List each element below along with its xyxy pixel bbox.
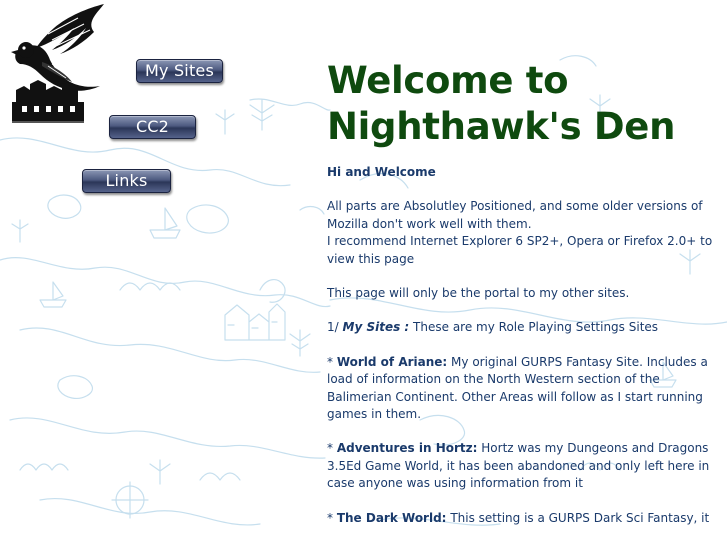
browser-recommendation: I recommend Internet Explorer 6 SP2+, Op…: [327, 234, 713, 266]
nav-links-button[interactable]: Links: [82, 169, 171, 193]
site-entry-world-of-ariane: * World of Ariane: My original GURPS Fan…: [327, 354, 725, 424]
page-title-line-1: Welcome to: [327, 59, 569, 102]
site-name-adventures-in-hortz: Adventures in Hortz:: [336, 441, 478, 456]
browser-notice: All parts are Absolutley Positioned, and…: [327, 198, 725, 268]
section-my-sites: 1/ My Sites : These are my Role Playing …: [327, 319, 725, 336]
page-title: Welcome to Nighthawk's Den: [327, 58, 725, 150]
site-entry-adventures-in-hortz: * Adventures in Hortz: Hortz was my Dung…: [327, 440, 725, 492]
positioning-note: All parts are Absolutley Positioned, and…: [327, 199, 703, 231]
site-bullet: *: [327, 441, 333, 456]
section-description: These are my Role Playing Settings Sites: [413, 320, 659, 335]
section-name: My Sites :: [342, 320, 410, 335]
nighthawk-bird-logo: [11, 4, 104, 123]
portal-note: This page will only be the portal to my …: [327, 286, 630, 301]
main-content: Welcome to Nighthawk's Den Hi and Welcom…: [327, 58, 725, 544]
site-description: This setting is a GURPS Dark Sci Fantasy…: [450, 510, 710, 525]
site-name-world-of-ariane: World of Ariane:: [336, 354, 448, 369]
page-title-line-2: Nighthawk's Den: [327, 105, 676, 148]
section-number: 1/: [327, 320, 339, 335]
greeting-text: Hi and Welcome: [327, 165, 436, 179]
nav-cc2-button[interactable]: CC2: [109, 115, 196, 139]
site-name-the-dark-world: The Dark World:: [336, 510, 447, 525]
nav-my-sites-button[interactable]: My Sites: [136, 59, 223, 83]
site-bullet: *: [327, 354, 333, 369]
site-bullet: *: [327, 510, 333, 525]
site-entry-the-dark-world: * The Dark World: This setting is a GURP…: [327, 510, 725, 527]
